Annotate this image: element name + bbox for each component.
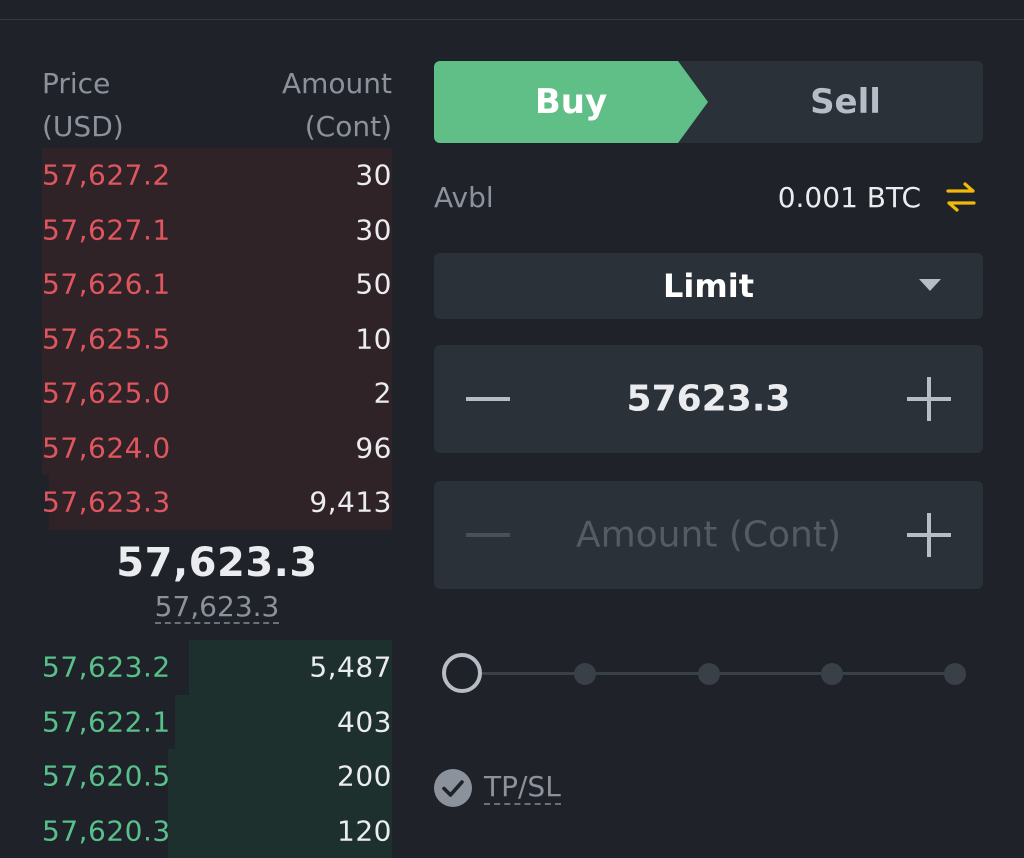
- ask-price: 57,627.1: [42, 213, 171, 246]
- amount-stepper: [434, 481, 983, 589]
- ask-row[interactable]: 57,627.1 30: [42, 203, 392, 258]
- ask-price: 57,627.2: [42, 159, 171, 192]
- ask-amount: 9,413: [309, 486, 392, 519]
- amount-column-header: Amount (Cont): [282, 62, 392, 148]
- bid-price: 57,622.1: [42, 705, 171, 738]
- ask-price: 57,626.1: [42, 268, 171, 301]
- price-header-line2: (USD): [42, 105, 124, 148]
- bid-amount: 120: [337, 814, 392, 847]
- bid-amount: 200: [337, 760, 392, 793]
- mark-price[interactable]: 57,623.3: [155, 592, 280, 624]
- ask-row[interactable]: 57,624.0 96: [42, 421, 392, 476]
- order-type-value: Limit: [434, 267, 983, 305]
- ask-amount: 30: [355, 213, 392, 246]
- price-input[interactable]: 57623.3: [524, 379, 893, 420]
- price-column-header: Price (USD): [42, 62, 124, 148]
- bid-amount: 5,487: [309, 651, 392, 684]
- available-balance: 0.001 BTC: [778, 181, 921, 214]
- ask-price: 57,623.3: [42, 486, 171, 519]
- ask-price: 57,624.0: [42, 431, 171, 464]
- mid-price-block: 57,623.3 57,623.3: [42, 540, 392, 624]
- slider-step-100[interactable]: [944, 663, 966, 685]
- bid-price: 57,623.2: [42, 651, 171, 684]
- slider-step-50[interactable]: [698, 663, 720, 685]
- price-decrement-button[interactable]: [466, 397, 510, 401]
- buy-tab[interactable]: Buy: [434, 61, 708, 143]
- ask-list: 57,627.2 30 57,627.1 30 57,626.1 50 57,625.5 10…: [42, 148, 392, 530]
- ask-row[interactable]: 57,627.2 30: [42, 148, 392, 203]
- check-circle-icon: [434, 769, 472, 807]
- ask-amount: 50: [355, 268, 392, 301]
- last-price[interactable]: 57,623.3: [42, 540, 392, 586]
- ask-amount: 30: [355, 159, 392, 192]
- amount-input[interactable]: [524, 515, 893, 556]
- ask-price: 57,625.0: [42, 377, 171, 410]
- bid-row[interactable]: 57,622.1 403: [42, 695, 392, 750]
- available-label: Avbl: [434, 181, 494, 214]
- sell-tab[interactable]: Sell: [708, 61, 983, 143]
- amount-increment-button[interactable]: [907, 513, 951, 557]
- price-header-line1: Price: [42, 62, 124, 105]
- caret-down-icon: [919, 279, 941, 291]
- amount-header-line2: (Cont): [282, 105, 392, 148]
- slider-step-25[interactable]: [574, 663, 596, 685]
- ask-row[interactable]: 57,625.0 2: [42, 366, 392, 421]
- amount-percent-slider[interactable]: [440, 651, 970, 695]
- ask-price: 57,625.5: [42, 322, 171, 355]
- order-form: Buy Sell Avbl 0.001 BTC Limit 57623.3: [434, 61, 983, 143]
- ask-row[interactable]: 57,625.5 10: [42, 312, 392, 367]
- top-divider: [0, 19, 1024, 20]
- bid-price: 57,620.3: [42, 814, 171, 847]
- bid-row[interactable]: 57,620.5 200: [42, 749, 392, 804]
- ask-amount: 96: [355, 431, 392, 464]
- bid-price: 57,620.5: [42, 760, 171, 793]
- price-stepper: 57623.3: [434, 345, 983, 453]
- transfer-arrows-icon[interactable]: [943, 179, 979, 215]
- slider-step-75[interactable]: [821, 663, 843, 685]
- amount-header-line1: Amount: [282, 62, 392, 105]
- ask-row[interactable]: 57,626.1 50: [42, 257, 392, 312]
- order-book: Price (USD) Amount (Cont) 57,627.23057,6…: [42, 62, 392, 148]
- side-tabs: Buy Sell: [434, 61, 983, 143]
- bid-row[interactable]: 57,623.2 5,487: [42, 640, 392, 695]
- tpsl-label: TP/SL: [484, 771, 561, 805]
- ask-amount: 2: [374, 377, 392, 410]
- ask-amount: 10: [355, 322, 392, 355]
- ask-row[interactable]: 57,623.3 9,413: [42, 475, 392, 530]
- bid-row[interactable]: 57,620.3 120: [42, 804, 392, 858]
- amount-decrement-button[interactable]: [466, 533, 510, 537]
- order-book-header: Price (USD) Amount (Cont): [42, 62, 392, 148]
- slider-handle[interactable]: [442, 653, 482, 693]
- bid-amount: 403: [337, 705, 392, 738]
- bid-list: 57,623.25,48757,622.140357,620.520057,62…: [42, 640, 392, 858]
- order-type-select[interactable]: Limit: [434, 253, 983, 319]
- price-increment-button[interactable]: [907, 377, 951, 421]
